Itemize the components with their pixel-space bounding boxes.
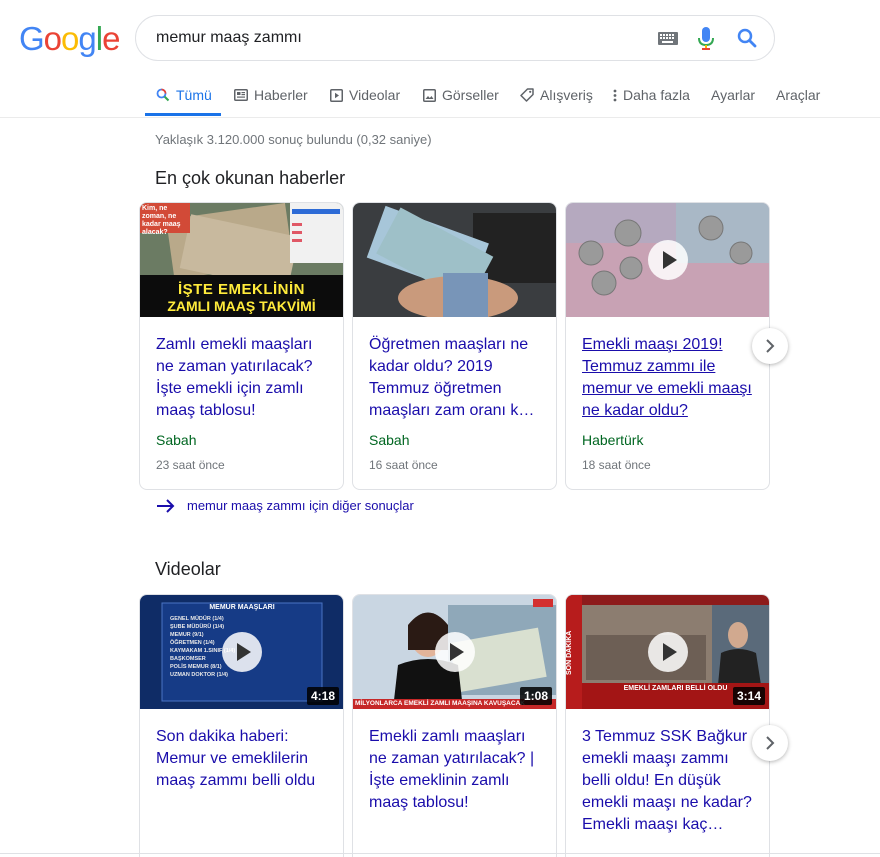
news-image <box>353 203 556 317</box>
play-icon[interactable] <box>222 632 262 672</box>
video-thumbnail[interactable]: SON DAKİKA EMEKLİ ZAMLARI BELLİ OLDU 3:1… <box>566 595 769 709</box>
news-title-link[interactable]: Zamlı emekli maaşları ne zaman yatırılac… <box>156 334 331 422</box>
thumbnail-row: UZMAN DOKTOR (1/4) <box>170 672 228 678</box>
tab-more[interactable]: Daha fazla <box>613 86 690 104</box>
chevron-right-icon <box>766 736 775 750</box>
active-tab-indicator <box>145 113 221 116</box>
news-source: Habertürk <box>582 432 644 448</box>
videos-heading: Videolar <box>155 559 221 579</box>
tab-settings[interactable]: Ayarlar <box>711 86 755 104</box>
video-thumbnail[interactable]: MİLYONLARCA EMEKLİ ZAMLI MAAŞINA KAVUŞAC… <box>353 595 556 709</box>
tab-label: Haberler <box>254 87 308 103</box>
google-logo[interactable]: Google <box>19 20 120 60</box>
video-title-link[interactable]: 3 Temmuz SSK Bağkur emekli maaşı zammı b… <box>582 726 757 836</box>
play-icon[interactable] <box>435 632 475 672</box>
result-stats: Yaklaşık 3.120.000 sonuç bulundu (0,32 s… <box>155 132 432 147</box>
logo-letter: G <box>19 20 45 57</box>
tab-shopping[interactable]: Alışveriş <box>520 86 593 104</box>
news-title-link[interactable]: Emekli maaşı 2019! Temmuz zammı ile memu… <box>582 334 757 422</box>
logo-letter: g <box>78 20 96 57</box>
news-thumbnail[interactable]: Kim, ne zoman, ne kadar maaş alacak? İŞT… <box>140 203 343 317</box>
more-vert-icon <box>613 89 617 101</box>
thumbnail-badge: Kim, ne zoman, ne kadar maaş alacak? <box>142 205 181 236</box>
news-thumbnail[interactable] <box>566 203 769 317</box>
news-card[interactable]: Emekli maaşı 2019! Temmuz zammı ile memu… <box>565 202 770 490</box>
tab-tools[interactable]: Araçlar <box>776 86 820 104</box>
news-source: Sabah <box>156 432 197 448</box>
arrow-right-icon <box>157 498 175 513</box>
video-title-link[interactable]: Emekli zamlı maaşları ne zaman yatırılac… <box>369 726 544 814</box>
more-news-label: memur maaş zammı için diğer sonuçlar <box>187 498 414 513</box>
tab-all[interactable]: Tümü <box>156 86 212 104</box>
chevron-right-icon <box>766 339 775 353</box>
thumbnail-ticker: MİLYONLARCA EMEKLİ ZAMLI MAAŞINA KAVUŞAC… <box>355 700 525 707</box>
search-icon <box>156 88 170 102</box>
carousel-next-button[interactable] <box>752 328 788 364</box>
play-icon[interactable] <box>648 240 688 280</box>
keyboard-icon[interactable] <box>658 32 678 45</box>
video-duration: 3:14 <box>732 687 765 705</box>
tab-news[interactable]: Haberler <box>234 86 308 104</box>
tab-label: Ayarlar <box>711 87 756 103</box>
logo-letter: o <box>43 20 62 57</box>
news-title-link[interactable]: Öğretmen maaşları ne kadar oldu? 2019 Te… <box>369 334 544 422</box>
search-tabs: Tümü Haberler Videolar Görseller Alışver… <box>0 78 880 118</box>
play-icon[interactable] <box>648 632 688 672</box>
carousel-next-button[interactable] <box>752 725 788 761</box>
tab-videos[interactable]: Videolar <box>330 86 400 104</box>
thumbnail-side-label: SON DAKİKA <box>566 630 573 676</box>
image-icon <box>423 88 436 102</box>
video-duration: 1:08 <box>519 687 552 705</box>
thumbnail-row: ŞUBE MÜDÜRÜ (1/4) <box>170 624 225 630</box>
news-time: 18 saat önce <box>582 458 651 472</box>
thumbnail-headline: ZAMLI MAAŞ TAKVİMİ <box>167 298 316 314</box>
video-card[interactable]: MEMUR MAAŞLARI GENEL MÜDÜR (1/4) ŞUBE MÜ… <box>139 594 344 857</box>
top-stories-heading: En çok okunan haberler <box>155 168 346 188</box>
more-news-link[interactable]: memur maaş zammı için diğer sonuçlar <box>157 498 414 513</box>
microphone-icon[interactable] <box>698 27 714 51</box>
tab-label: Araçlar <box>776 87 821 103</box>
news-source: Sabah <box>369 432 410 448</box>
tab-label: Alışveriş <box>540 87 593 103</box>
search-input[interactable]: memur maaş zammı <box>156 29 302 47</box>
video-duration: 4:18 <box>306 687 339 705</box>
search-box[interactable]: memur maaş zammı <box>135 15 775 61</box>
video-thumbnail[interactable]: MEMUR MAAŞLARI GENEL MÜDÜR (1/4) ŞUBE MÜ… <box>140 595 343 709</box>
news-thumbnail[interactable] <box>353 203 556 317</box>
logo-letter: o <box>61 20 79 57</box>
video-card[interactable]: MİLYONLARCA EMEKLİ ZAMLI MAAŞINA KAVUŞAC… <box>352 594 557 857</box>
news-icon <box>234 89 248 101</box>
tab-label: Tümü <box>176 87 212 103</box>
logo-letter: e <box>102 20 120 57</box>
tab-images[interactable]: Görseller <box>423 86 499 104</box>
divider <box>0 853 880 854</box>
thumbnail-header: MEMUR MAAŞLARI <box>209 604 275 611</box>
news-card[interactable]: Öğretmen maaşları ne kadar oldu? 2019 Te… <box>352 202 557 490</box>
tab-label: Görseller <box>442 87 499 103</box>
search-icon[interactable] <box>737 28 757 48</box>
news-card[interactable]: Kim, ne zoman, ne kadar maaş alacak? İŞT… <box>139 202 344 490</box>
news-time: 16 saat önce <box>369 458 438 472</box>
video-icon <box>330 88 343 102</box>
thumbnail-headline: İŞTE EMEKLİNİN <box>177 281 305 298</box>
video-card[interactable]: SON DAKİKA EMEKLİ ZAMLARI BELLİ OLDU 3:1… <box>565 594 770 857</box>
video-title-link[interactable]: Son dakika haberi: Memur ve emeklilerin … <box>156 726 331 792</box>
tag-icon <box>520 88 534 102</box>
tab-label: Videolar <box>349 87 401 103</box>
tab-label: Daha fazla <box>623 87 690 103</box>
thumbnail-row: GENEL MÜDÜR (1/4) <box>170 616 224 622</box>
news-time: 23 saat önce <box>156 458 225 472</box>
